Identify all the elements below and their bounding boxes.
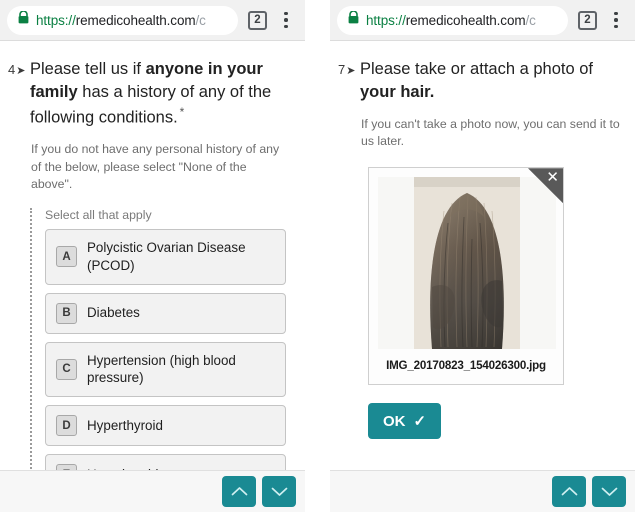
question-header-right: 7➤ Please take or attach a photo of your…	[330, 41, 635, 104]
url-scheme: https://	[366, 12, 406, 28]
photo-filename: IMG_20170823_154026300.jpg	[386, 359, 546, 373]
question-number-value: 4	[8, 62, 16, 77]
url-text-left: https://remedicohealth.com/c	[36, 13, 206, 28]
bottom-nav-right	[330, 470, 635, 512]
panel-divider	[305, 0, 330, 512]
question-number-value: 7	[338, 62, 346, 77]
browser-chrome-right: https://remedicohealth.com/c 2	[330, 0, 635, 41]
photo-attachment-area: IMG_20170823_154026300.jpg ✕	[368, 167, 635, 386]
question-text-part1: Please take or attach a photo of	[360, 60, 593, 78]
url-host: remedicohealth.com	[405, 12, 526, 28]
question-text-bold1: your hair.	[360, 82, 435, 101]
option-key-b: B	[56, 302, 77, 324]
question-arrow-icon: ➤	[346, 65, 356, 77]
ok-button[interactable]: OK ✓	[368, 403, 442, 440]
kebab-menu-icon-left[interactable]	[274, 6, 298, 34]
option-label-b: Diabetes	[87, 305, 140, 321]
chevron-down-icon	[271, 486, 288, 497]
options-group: Select all that apply A Polycistic Ovari…	[30, 208, 305, 512]
url-text-right: https://remedicohealth.com/c	[366, 13, 536, 28]
tab-count-button-left[interactable]: 2	[248, 10, 267, 30]
required-marker: *	[179, 104, 185, 119]
question-text-right: Please take or attach a photo of your ha…	[360, 58, 621, 104]
helper-text-left: If you do not have any personal history …	[31, 141, 280, 192]
dual-screenshot-stage: https://remedicohealth.com/c 2 4➤ Please…	[0, 0, 635, 512]
question-text-left: Please tell us if anyone in your family …	[30, 58, 291, 129]
browser-chrome-left: https://remedicohealth.com/c 2	[0, 0, 305, 41]
close-icon: ✕	[546, 168, 559, 187]
option-label-c: Hypertension (high blood pressure)	[87, 352, 236, 386]
right-phone-panel: https://remedicohealth.com/c 2 7➤ Please…	[330, 0, 635, 512]
left-phone-panel: https://remedicohealth.com/c 2 4➤ Please…	[0, 0, 305, 512]
question-text-part1: Please tell us if	[30, 60, 146, 78]
lock-icon	[348, 10, 359, 29]
option-key-a: A	[56, 246, 77, 268]
nav-up-button-right[interactable]	[552, 476, 586, 507]
chevron-up-icon	[231, 486, 248, 497]
url-host: remedicohealth.com	[75, 12, 196, 28]
address-bar-right[interactable]: https://remedicohealth.com/c	[337, 5, 568, 35]
question-header-left: 4➤ Please tell us if anyone in your fami…	[0, 41, 305, 129]
ok-button-area: OK ✓	[368, 403, 635, 440]
option-c[interactable]: C Hypertension (high blood pressure)	[45, 341, 286, 398]
tab-count-button-right[interactable]: 2	[578, 10, 597, 30]
helper-text-right: If you can't take a photo now, you can s…	[361, 116, 620, 149]
nav-down-button-left[interactable]	[262, 476, 296, 507]
select-hint: Select all that apply	[45, 208, 152, 223]
photo-card[interactable]: IMG_20170823_154026300.jpg ✕	[368, 167, 564, 386]
option-label-d: Hyperthyroid	[87, 417, 163, 433]
option-label-a: Polycistic Ovarian Disease (PCOD)	[87, 240, 246, 273]
url-scheme: https://	[36, 12, 76, 28]
question-number-right: 7➤	[338, 58, 360, 104]
chevron-down-icon	[601, 486, 618, 497]
question-arrow-icon: ➤	[16, 65, 26, 77]
check-icon: ✓	[413, 413, 427, 431]
form-body-right: 7➤ Please take or attach a photo of your…	[330, 41, 635, 512]
chevron-up-icon	[561, 486, 578, 497]
nav-up-button-left[interactable]	[222, 476, 256, 507]
address-bar-left[interactable]: https://remedicohealth.com/c	[7, 5, 238, 35]
photo-remove-button[interactable]: ✕	[528, 168, 563, 204]
option-b[interactable]: B Diabetes	[45, 292, 286, 334]
url-tail: /c	[195, 12, 206, 28]
ok-button-label: OK	[383, 412, 406, 430]
option-key-d: D	[56, 415, 77, 437]
url-tail: /c	[525, 12, 536, 28]
option-d[interactable]: D Hyperthyroid	[45, 405, 286, 447]
photo-of-hair	[414, 177, 520, 350]
option-a[interactable]: A Polycistic Ovarian Disease (PCOD)	[45, 229, 286, 285]
option-key-c: C	[56, 358, 77, 380]
nav-down-button-right[interactable]	[592, 476, 626, 507]
form-body-left: 4➤ Please tell us if anyone in your fami…	[0, 41, 305, 512]
lock-icon	[18, 10, 29, 29]
bottom-nav-left	[0, 470, 305, 512]
question-number-left: 4➤	[8, 58, 30, 129]
kebab-menu-icon-right[interactable]	[604, 6, 628, 34]
